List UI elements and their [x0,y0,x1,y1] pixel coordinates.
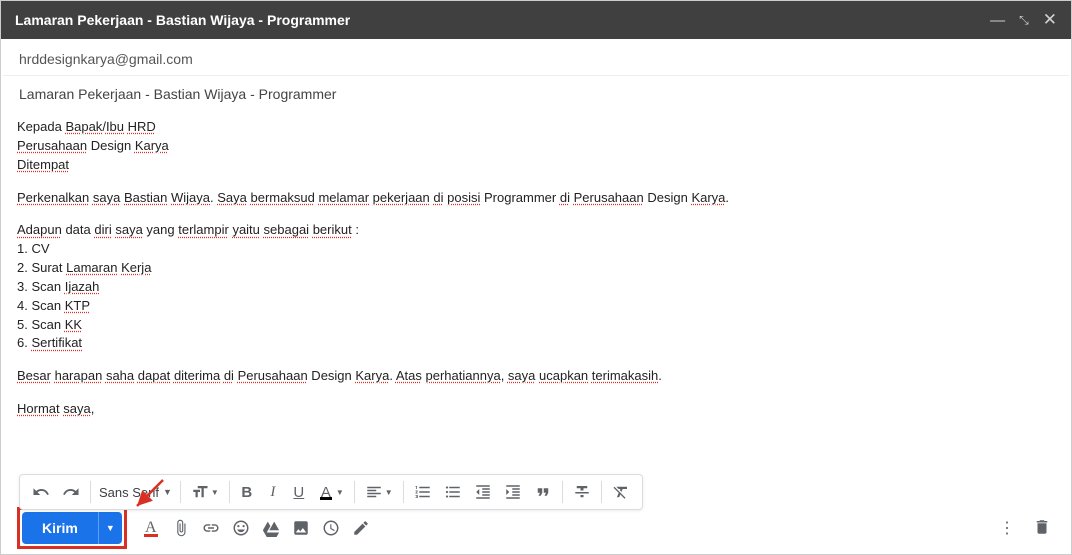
send-label: Kirim [42,520,78,536]
quote-button[interactable] [528,478,558,506]
strikethrough-icon [573,483,591,501]
indent-increase-button[interactable] [498,478,528,506]
window-buttons: — ⤡ ✕ [990,10,1057,30]
insert-link-button[interactable] [197,514,225,542]
insert-emoji-button[interactable] [227,514,255,542]
underline-button[interactable]: U [286,478,312,506]
close-icon[interactable]: ✕ [1043,10,1057,30]
chevron-down-icon: ▼ [385,488,393,497]
redo-icon [62,483,80,501]
redo-button[interactable] [56,478,86,506]
minimize-icon[interactable]: — [990,12,1005,29]
recipients-field[interactable]: hrddesignkarya@gmail.com [3,39,1069,76]
text-color-button[interactable]: A ▼ [312,478,350,506]
formatting-options-button[interactable]: A [137,514,165,542]
remove-formatting-button[interactable] [606,478,636,506]
chevron-down-icon: ▼ [211,488,219,497]
send-options-button[interactable]: ▼ [98,512,122,544]
text-size-icon [191,483,209,501]
numbered-list-icon [414,483,432,501]
subject-field[interactable]: Lamaran Pekerjaan - Bastian Wijaya - Pro… [3,76,1069,112]
italic-button[interactable]: I [260,478,286,506]
font-select[interactable]: Sans Serif ▼ [95,478,176,506]
indent-increase-icon [504,483,522,501]
drive-icon [262,519,280,537]
send-highlight-box: Kirim ▼ [17,507,127,549]
discard-draft-button[interactable] [1029,514,1055,543]
indent-decrease-icon [474,483,492,501]
insert-photo-button[interactable] [287,514,315,542]
window-title: Lamaran Pekerjaan - Bastian Wijaya - Pro… [15,12,990,28]
recipient-email: hrddesignkarya@gmail.com [19,51,193,67]
bold-button[interactable]: B [234,478,260,506]
bulleted-list-icon [444,483,462,501]
formatting-toolbar: Sans Serif ▼ ▼ B I U A ▼ ▼ [19,474,643,510]
undo-button[interactable] [26,478,56,506]
font-name: Sans Serif [99,485,159,500]
trash-icon [1033,518,1051,536]
confidential-mode-button[interactable] [317,514,345,542]
numbered-list-button[interactable] [408,478,438,506]
quote-icon [534,483,552,501]
strikethrough-button[interactable] [567,478,597,506]
compose-right-actions: ⋮ [995,514,1055,543]
clear-format-icon [612,483,630,501]
send-button-group: Kirim ▼ [22,512,122,544]
paperclip-icon [172,519,190,537]
image-icon [292,519,310,537]
chevron-down-icon: ▼ [336,488,344,497]
font-size-button[interactable]: ▼ [185,478,225,506]
insert-signature-button[interactable] [347,514,375,542]
more-options-button[interactable]: ⋮ [995,514,1019,542]
compose-titlebar: Lamaran Pekerjaan - Bastian Wijaya - Pro… [1,1,1071,39]
insert-drive-button[interactable] [257,514,285,542]
lock-clock-icon [322,519,340,537]
align-left-icon [365,483,383,501]
compose-tools: A [137,514,375,542]
attach-file-button[interactable] [167,514,195,542]
chevron-down-icon: ▼ [163,487,172,497]
send-button[interactable]: Kirim [22,512,98,544]
link-icon [202,519,220,537]
align-button[interactable]: ▼ [359,478,399,506]
bulleted-list-button[interactable] [438,478,468,506]
emoji-icon [232,519,250,537]
email-body[interactable]: Kepada Bapak/Ibu HRD Perusahaan Design K… [1,112,1071,432]
indent-decrease-button[interactable] [468,478,498,506]
pen-icon [352,519,370,537]
popout-icon[interactable]: ⤡ [1019,13,1029,28]
subject-text: Lamaran Pekerjaan - Bastian Wijaya - Pro… [19,86,336,102]
undo-icon [32,483,50,501]
